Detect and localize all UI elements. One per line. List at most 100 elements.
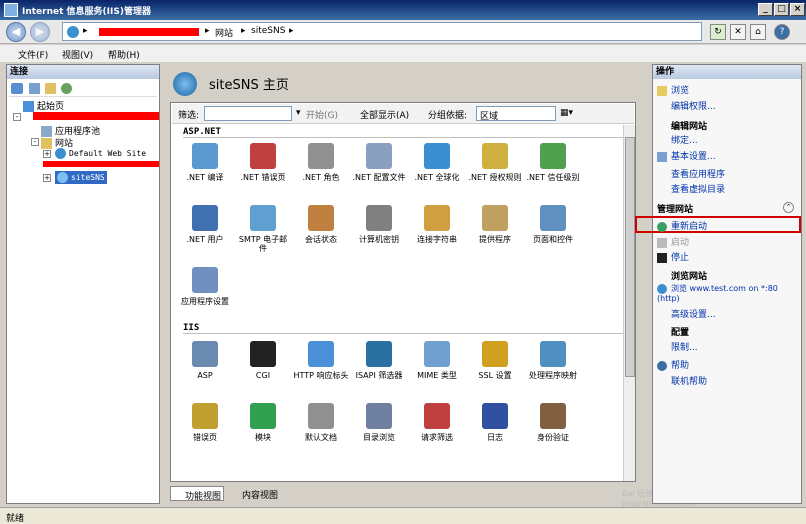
feature-aspnet-13[interactable]: 页面和控件 <box>525 205 581 244</box>
vertical-scrollbar[interactable] <box>623 125 635 481</box>
feature-aspnet-1[interactable]: .NET 错误页 <box>235 143 291 182</box>
action-advanced-settings[interactable]: 高级设置... <box>671 307 716 320</box>
help-icon[interactable]: ? <box>774 24 790 40</box>
feature-iis-8[interactable]: 模块 <box>235 403 291 442</box>
action-bindings[interactable]: 绑定... <box>671 133 698 146</box>
feature-aspnet-0[interactable]: .NET 编译 <box>177 143 233 182</box>
feature-iis-11[interactable]: 请求筛选 <box>409 403 465 442</box>
close-button[interactable]: × <box>790 3 805 16</box>
menu-view[interactable]: 视图(V) <box>62 48 93 61</box>
feature-icon <box>482 205 508 231</box>
feature-iis-0[interactable]: ASP <box>177 341 233 380</box>
view-mode-icon[interactable]: ▦▾ <box>560 108 573 118</box>
feature-aspnet-14[interactable]: 应用程序设置 <box>177 267 233 306</box>
feature-iis-1[interactable]: CGI <box>235 341 291 380</box>
show-all-button[interactable]: 全部显示(A) <box>360 108 409 121</box>
refresh-icon[interactable]: ↻ <box>710 24 726 40</box>
action-browse-url[interactable]: 浏览 www.test.com on *:80 (http) <box>657 283 797 303</box>
feature-iis-5[interactable]: SSL 设置 <box>467 341 523 380</box>
chevron-right-icon: ▸ <box>83 26 88 36</box>
scrollbar-thumb[interactable] <box>625 137 635 377</box>
feature-iis-3[interactable]: ISAPI 筛选器 <box>351 341 407 380</box>
feature-aspnet-11[interactable]: 连接字符串 <box>409 205 465 244</box>
forward-button[interactable]: ▶ <box>30 22 50 42</box>
feature-iis-7[interactable]: 错误页 <box>177 403 233 442</box>
action-limits[interactable]: 限制... <box>671 340 698 353</box>
feature-label: SSL 设置 <box>478 371 512 380</box>
features-area: 筛选: ▾ 开始(G) 全部显示(A) 分组依据: 区域 ▦▾ ASP .NET … <box>170 102 636 482</box>
tree-default-site[interactable]: Default Web Site <box>55 148 146 159</box>
feature-iis-10[interactable]: 目录浏览 <box>351 403 407 442</box>
feature-iis-9[interactable]: 默认文档 <box>293 403 349 442</box>
filter-dropdown-icon[interactable]: ▾ <box>296 108 301 118</box>
feature-iis-12[interactable]: 日志 <box>467 403 523 442</box>
refresh-connections-icon[interactable] <box>61 83 72 94</box>
chevron-right-icon: ▸ <box>289 26 294 36</box>
up-folder-icon[interactable] <box>45 83 56 94</box>
section-divider <box>183 333 623 334</box>
feature-iis-6[interactable]: 处理程序映射 <box>525 341 581 380</box>
feature-aspnet-7[interactable]: .NET 用户 <box>177 205 233 244</box>
feature-aspnet-10[interactable]: 计算机密钥 <box>351 205 407 244</box>
action-stop[interactable]: 停止 <box>657 250 689 263</box>
actions-edit-site-header: 编辑网站 <box>671 122 708 132</box>
section-divider <box>183 137 623 138</box>
tree-collapse-icon[interactable]: - <box>31 138 39 146</box>
feature-label: 错误页 <box>193 433 217 442</box>
action-restart[interactable]: 重新启动 <box>657 219 707 232</box>
collapse-section-icon[interactable]: ⌃ <box>783 202 794 213</box>
feature-icon <box>366 143 392 169</box>
menu-help[interactable]: 帮助(H) <box>108 48 140 61</box>
breadcrumb-sites[interactable]: 网站 <box>215 26 233 39</box>
feature-aspnet-3[interactable]: .NET 配置文件 <box>351 143 407 182</box>
back-button[interactable]: ◀ <box>6 22 26 42</box>
feature-aspnet-5[interactable]: .NET 授权规则 <box>467 143 523 182</box>
tree-sitesns-selected[interactable]: siteSNS <box>55 171 107 184</box>
feature-icon <box>192 403 218 429</box>
maximize-button[interactable]: □ <box>774 3 789 16</box>
save-icon[interactable] <box>29 83 40 94</box>
action-edit-permissions[interactable]: 编辑权限... <box>671 99 716 112</box>
action-label: 浏览 www.test.com on *:80 (http) <box>657 284 778 303</box>
help-circle-icon <box>657 360 667 371</box>
action-online-help[interactable]: 联机帮助 <box>671 374 707 387</box>
feature-aspnet-4[interactable]: .NET 全球化 <box>409 143 465 182</box>
tree-label: Default Web Site <box>69 149 147 158</box>
filter-input[interactable] <box>204 106 292 121</box>
action-start-disabled[interactable]: 启动 <box>657 235 689 248</box>
breadcrumb-sitesns[interactable]: siteSNS <box>251 26 285 36</box>
home-icon[interactable]: ⌂ <box>750 24 766 40</box>
minimize-button[interactable]: _ <box>758 3 773 16</box>
action-basic-settings[interactable]: 基本设置... <box>657 149 716 162</box>
feature-icon <box>540 205 566 231</box>
feature-aspnet-6[interactable]: .NET 信任级别 <box>525 143 581 182</box>
address-breadcrumb[interactable]: ▸ ▸ 网站 ▸ siteSNS ▸ <box>62 22 702 41</box>
feature-label: 提供程序 <box>479 235 511 244</box>
tree-expand-icon[interactable]: + <box>43 174 51 182</box>
feature-aspnet-2[interactable]: .NET 角色 <box>293 143 349 182</box>
feature-iis-13[interactable]: 身份验证 <box>525 403 581 442</box>
stop-icon[interactable]: ✕ <box>730 24 746 40</box>
features-view-tab[interactable]: 功能视图 <box>170 486 224 502</box>
feature-aspnet-12[interactable]: 提供程序 <box>467 205 523 244</box>
menu-file[interactable]: 文件(F) <box>18 48 48 61</box>
tree-expand-icon[interactable]: + <box>43 150 51 158</box>
action-help[interactable]: 帮助 <box>657 358 689 371</box>
feature-aspnet-9[interactable]: 会话状态 <box>293 205 349 244</box>
tree-collapse-icon[interactable]: - <box>13 113 21 121</box>
action-browse[interactable]: 浏览 <box>657 83 689 96</box>
content-view-tab[interactable]: 内容视图 <box>228 486 282 501</box>
feature-iis-2[interactable]: HTTP 响应标头 <box>293 341 349 380</box>
feature-icon <box>482 341 508 367</box>
action-view-applications[interactable]: 查看应用程序 <box>671 167 725 180</box>
group-by-select[interactable]: 区域 <box>476 106 556 122</box>
feature-aspnet-8[interactable]: SMTP 电子邮件 <box>235 205 291 253</box>
feature-label: 模块 <box>255 433 271 442</box>
feature-label: .NET 错误页 <box>240 173 286 182</box>
redacted-server-node <box>33 112 159 120</box>
start-filter-button[interactable]: 开始(G) <box>306 108 338 121</box>
tree-start-page[interactable]: 起始页 <box>23 99 64 112</box>
action-view-virtual-dirs[interactable]: 查看虚拟目录 <box>671 182 725 195</box>
connect-icon[interactable] <box>11 83 23 94</box>
feature-iis-4[interactable]: MIME 类型 <box>409 341 465 380</box>
